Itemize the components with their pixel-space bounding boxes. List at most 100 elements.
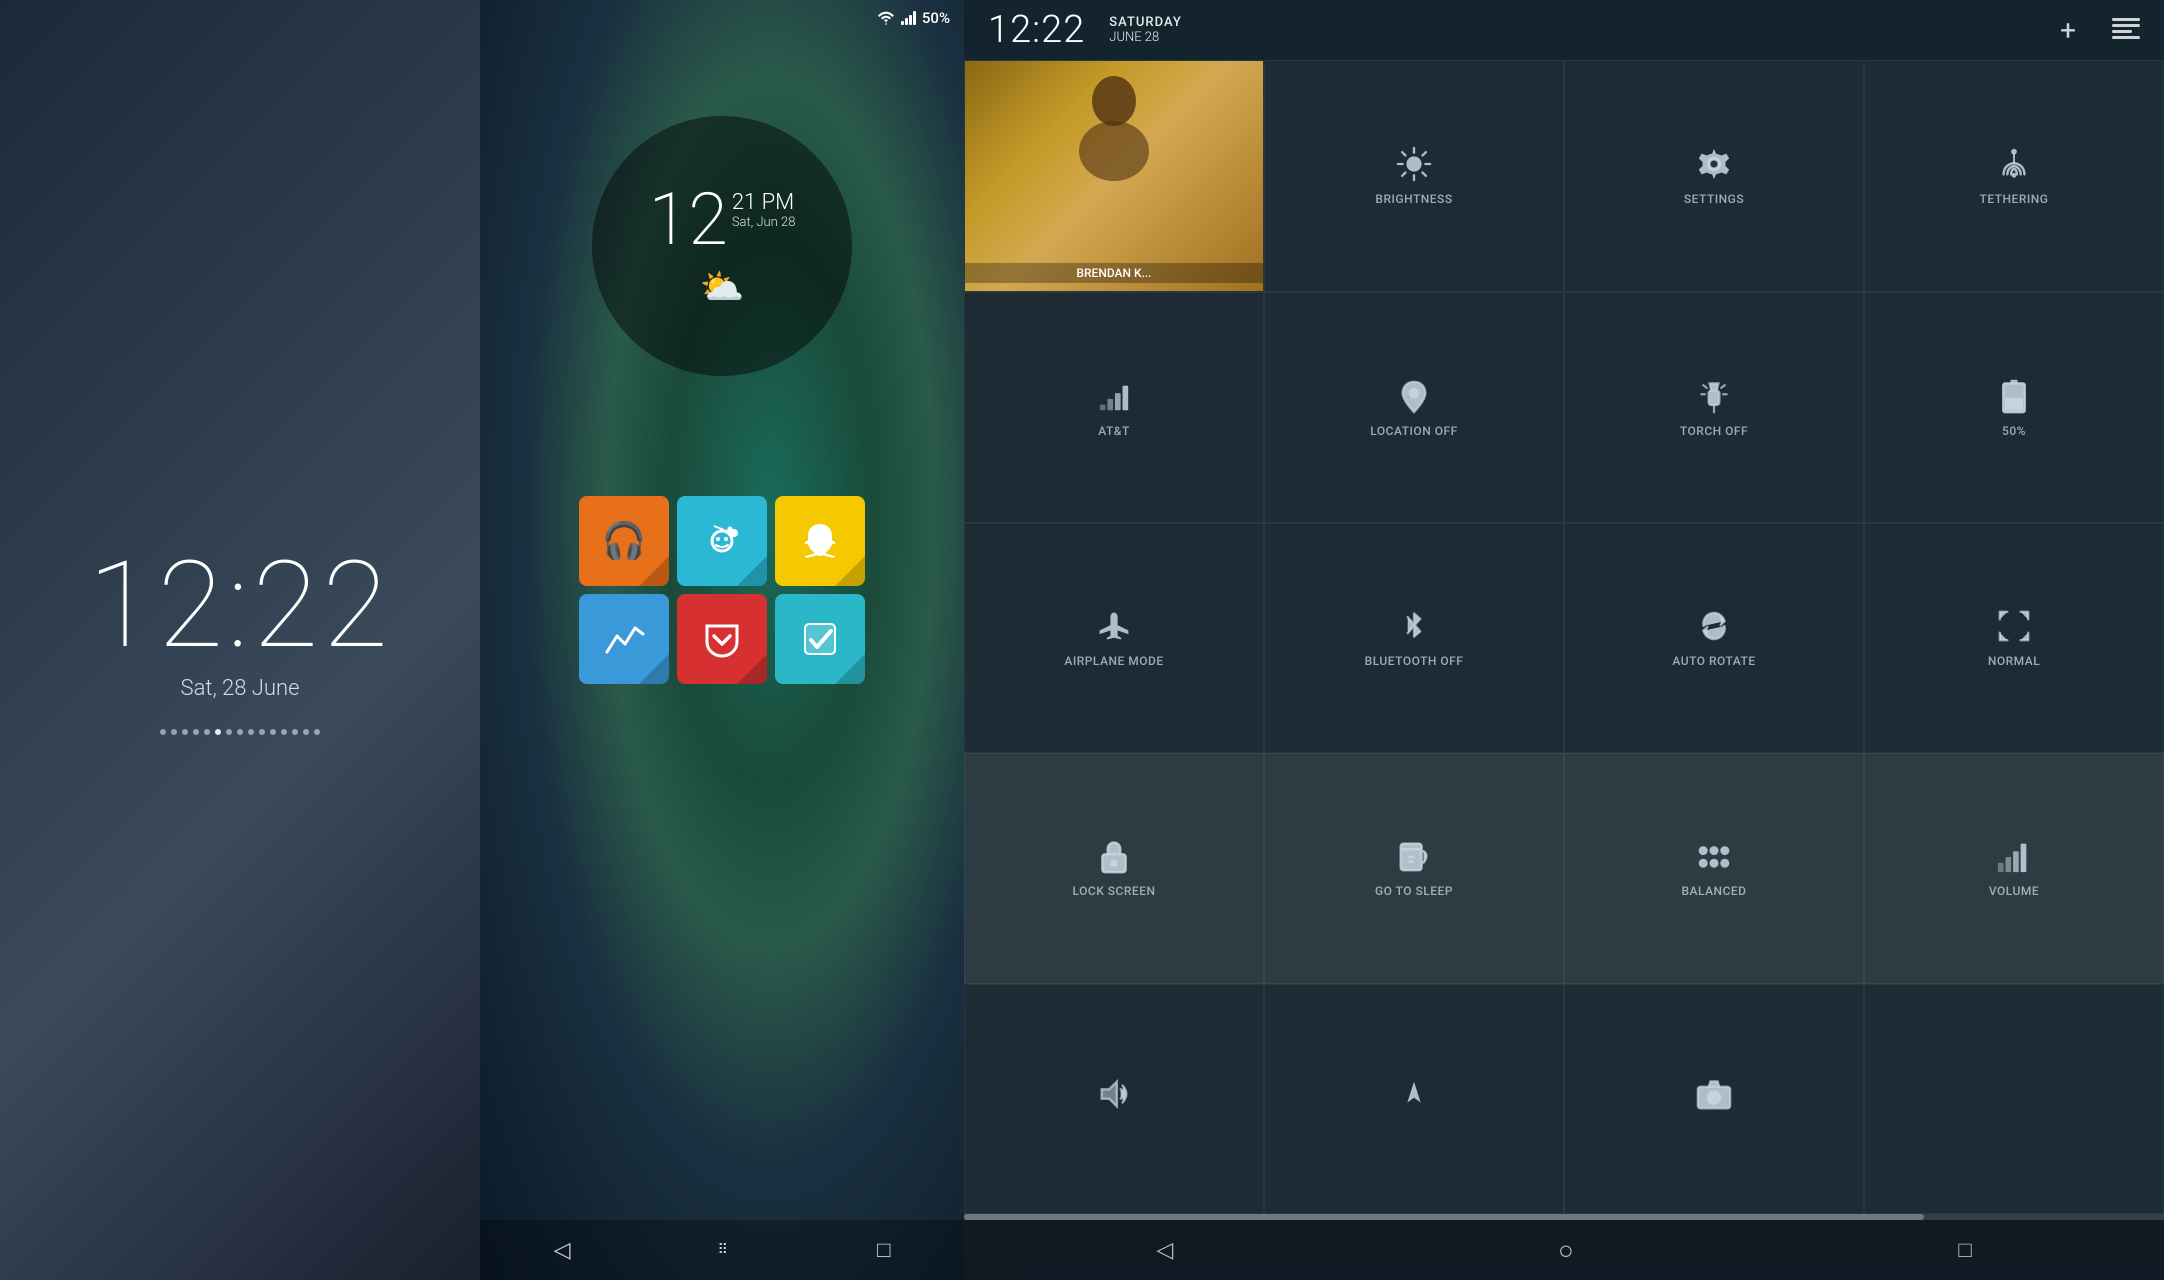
settings-tile[interactable]: SETTINGS: [1564, 60, 1864, 292]
notif-nav-bar: ◁ ○ □: [964, 1220, 2164, 1280]
home-nav-bar: ◁ ⠿ □: [480, 1220, 964, 1280]
lock-dot: [259, 729, 265, 735]
widget-date: Sat, Jun 28: [732, 216, 796, 229]
torch-icon: [1696, 378, 1732, 414]
quick-settings-panel: 12:22 SATURDAY JUNE 28 +: [964, 0, 2164, 1280]
lock-dot: [248, 729, 254, 735]
widget-min-ampm: 21 PM: [732, 192, 796, 214]
lockscreen-tile[interactable]: LOCK SCREEN: [964, 753, 1264, 983]
brightness-icon: [1396, 146, 1432, 182]
profile-avatar: [1054, 61, 1174, 181]
lock-dot: [281, 729, 287, 735]
lock-dot: [270, 729, 276, 735]
battery-label: 50%: [2002, 424, 2026, 438]
notif-time: 12:22: [988, 8, 1085, 52]
empty-tile: [1864, 984, 2164, 1214]
app-pocket[interactable]: [677, 594, 767, 684]
status-bar: 50%: [480, 0, 964, 36]
app-stocks[interactable]: [579, 594, 669, 684]
volume-tile[interactable]: VOLUME: [1864, 753, 2164, 983]
nav-tile[interactable]: [1264, 984, 1564, 1214]
lock-dots: [160, 729, 320, 735]
lock-dot: [226, 729, 232, 735]
notif-recents-button[interactable]: □: [1958, 1237, 1971, 1263]
lock-screen: 12:22 Sat, 28 June: [0, 0, 480, 1280]
airplane-tile[interactable]: AIRPLANE MODE: [964, 523, 1264, 753]
settings-label: SETTINGS: [1684, 192, 1744, 206]
bluetooth-tile[interactable]: BLUETOOTH OFF: [1264, 523, 1564, 753]
airplane-label: AIRPLANE MODE: [1064, 654, 1163, 668]
profile-name: BRENDAN K...: [965, 263, 1263, 283]
menu-icon: [2112, 18, 2140, 40]
nav-icon: [1396, 1076, 1432, 1112]
volume-icon: [1996, 838, 2032, 874]
app-grid: 🎧: [579, 496, 865, 684]
torch-label: TORCH OFF: [1680, 424, 1748, 438]
scroll-thumb: [964, 1214, 1924, 1220]
scroll-bar[interactable]: [964, 1214, 2164, 1220]
lock-dot: [171, 729, 177, 735]
tethering-tile[interactable]: TETHERING: [1864, 60, 2164, 292]
notif-home-button[interactable]: ○: [1558, 1235, 1574, 1266]
lock-dot: [204, 729, 210, 735]
torch-tile[interactable]: TORCH OFF: [1564, 292, 1864, 522]
normal-tile[interactable]: NORMAL: [1864, 523, 2164, 753]
battery-icon: [1996, 378, 2032, 414]
balanced-icon: [1696, 838, 1732, 874]
camera-icon: [1696, 1076, 1732, 1112]
settings-icon: [1696, 146, 1732, 182]
expand-icon: [1996, 608, 2032, 644]
wifi-icon: [877, 11, 895, 25]
speaker-tile[interactable]: [964, 984, 1264, 1214]
balanced-label: BALANCED: [1681, 884, 1746, 898]
lock-time: 12:22: [88, 546, 392, 666]
brightness-tile[interactable]: BRIGHTNESS: [1264, 60, 1564, 292]
lock-dot: [292, 729, 298, 735]
widget-time-row: 12 21 PM Sat, Jun 28: [649, 184, 796, 256]
rotate-icon: [1696, 608, 1732, 644]
profile-tile[interactable]: BRENDAN K...: [964, 60, 1264, 292]
battery-percentage: 50%: [922, 9, 950, 27]
sleep-tile[interactable]: GO TO SLEEP: [1264, 753, 1564, 983]
signal-bars-icon: [901, 11, 916, 25]
app-reddit[interactable]: [677, 496, 767, 586]
status-icons: 50%: [877, 9, 950, 27]
camera-tile[interactable]: [1564, 984, 1864, 1214]
notif-back-button[interactable]: ◁: [1156, 1238, 1173, 1263]
notif-header: 12:22 SATURDAY JUNE 28 +: [964, 0, 2164, 60]
back-button[interactable]: ◁: [554, 1238, 571, 1263]
home-screen: 50% 12 21 PM Sat, Jun 28 ⛅ 🎧: [480, 0, 964, 1280]
sleep-icon: [1396, 838, 1432, 874]
battery-tile[interactable]: 50%: [1864, 292, 2164, 522]
location-tile[interactable]: LOCATION OFF: [1264, 292, 1564, 522]
lock-dot: [237, 729, 243, 735]
lock-dot: [314, 729, 320, 735]
home-button[interactable]: ⠿: [718, 1242, 730, 1258]
recents-button[interactable]: □: [877, 1237, 890, 1263]
lockscreen-label: LOCK SCREEN: [1073, 884, 1156, 898]
brightness-label: BRIGHTNESS: [1375, 192, 1452, 206]
volume-label: VOLUME: [1989, 884, 2039, 898]
app-snapchat[interactable]: [775, 496, 865, 586]
snapchat-logo: [795, 516, 845, 566]
widget-time-right: 21 PM Sat, Jun 28: [732, 184, 796, 229]
menu-button[interactable]: [2112, 14, 2140, 47]
balanced-tile[interactable]: BALANCED: [1564, 753, 1864, 983]
bluetooth-label: BLUETOOTH OFF: [1365, 654, 1464, 668]
att-tile[interactable]: AT&T: [964, 292, 1264, 522]
speaker-icon: [1096, 1076, 1132, 1112]
app-tasks[interactable]: [775, 594, 865, 684]
lock-dot-active: [215, 729, 221, 735]
airplane-icon: [1096, 608, 1132, 644]
bluetooth-icon: [1396, 608, 1432, 644]
add-button[interactable]: +: [2060, 14, 2076, 47]
weather-icon: ⛅: [700, 266, 745, 308]
app-headphones[interactable]: 🎧: [579, 496, 669, 586]
widget-hour: 12: [649, 184, 728, 256]
rotate-tile[interactable]: AUTO ROTATE: [1564, 523, 1864, 753]
notif-datenum: JUNE 28: [1109, 30, 1182, 45]
lock-dot: [303, 729, 309, 735]
reddit-logo: [698, 517, 746, 565]
location-label: LOCATION OFF: [1370, 424, 1457, 438]
sleep-label: GO TO SLEEP: [1375, 884, 1453, 898]
